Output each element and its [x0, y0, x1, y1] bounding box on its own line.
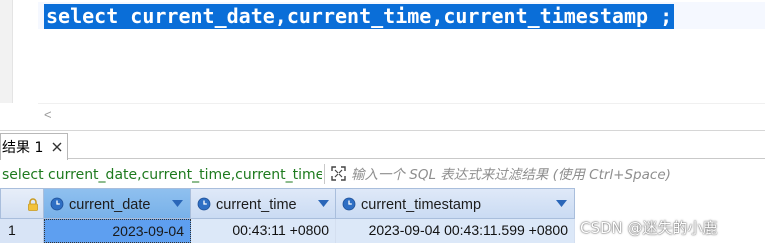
column-header-current-date[interactable]: current_date: [44, 188, 191, 219]
table-row[interactable]: 1 2023-09-04 00:43:11 +0800 2023-09-04 0…: [0, 219, 575, 244]
selected-sql-text[interactable]: select current_date,current_time,current…: [44, 4, 675, 29]
scroll-left-icon[interactable]: <: [44, 107, 52, 123]
cell-current-time[interactable]: 00:43:11 +0800: [191, 219, 336, 243]
result-grid: current_date current_time current_timest…: [0, 188, 578, 246]
chevron-down-icon[interactable]: [172, 200, 183, 207]
clock-icon: [50, 197, 64, 211]
column-header-current-timestamp[interactable]: current_timestamp: [336, 188, 575, 219]
clock-icon: [197, 197, 211, 211]
tab-result-1[interactable]: 结果 1: [0, 133, 68, 160]
sql-editor[interactable]: select current_date,current_time,current…: [0, 0, 765, 103]
csdn-watermark: CSDN @迷失的小鹿: [580, 219, 718, 237]
filter-bar: select current_date,current_time,current…: [0, 160, 765, 188]
clock-icon: [342, 197, 356, 211]
tab-label: 结果 1: [2, 140, 44, 156]
column-label: current_time: [216, 197, 297, 213]
cell-current-timestamp[interactable]: 2023-09-04 00:43:11.599 +0800: [336, 219, 575, 243]
filter-expression-input[interactable]: [351, 164, 761, 185]
cell-current-date[interactable]: 2023-09-04: [44, 219, 191, 243]
editor-gutter: [0, 0, 12, 103]
grid-corner-header[interactable]: [0, 188, 44, 219]
expand-icon[interactable]: [330, 165, 347, 182]
chevron-down-icon[interactable]: [556, 200, 567, 207]
column-label: current_timestamp: [361, 197, 482, 213]
editor-horizontal-scrollbar[interactable]: <: [38, 103, 765, 127]
executed-query-text: select current_date,current_time,current…: [2, 167, 322, 183]
chevron-down-icon[interactable]: [318, 200, 329, 207]
row-number[interactable]: 1: [0, 219, 44, 243]
column-header-current-time[interactable]: current_time: [191, 188, 336, 219]
filter-separator: [324, 164, 325, 184]
lock-icon: [28, 198, 38, 211]
gutter-divider: [12, 0, 13, 103]
close-icon[interactable]: [50, 140, 64, 154]
result-tabbar: 结果 1: [0, 131, 765, 160]
column-label: current_date: [69, 197, 151, 213]
